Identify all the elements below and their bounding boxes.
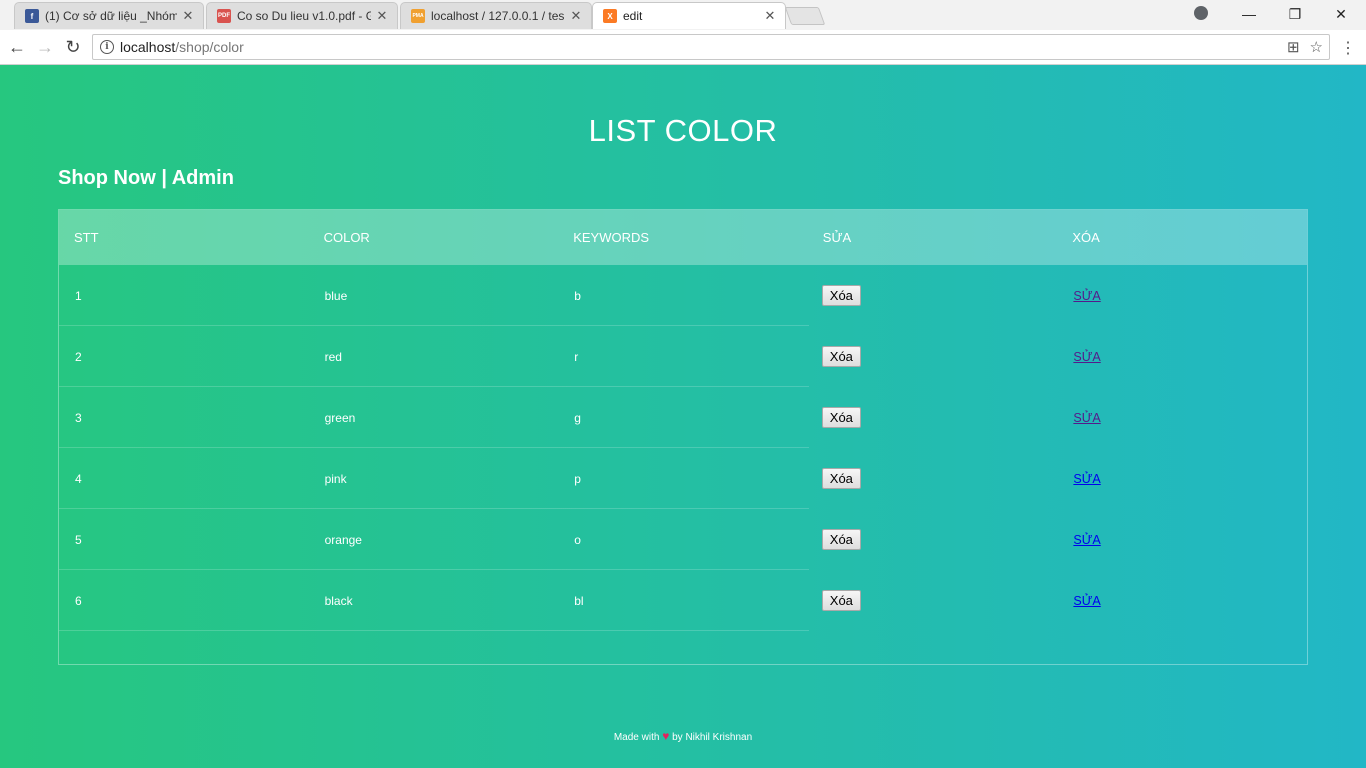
edit-link[interactable]: SỬA xyxy=(1073,289,1100,303)
delete-button[interactable]: Xóa xyxy=(821,468,861,489)
edit-link[interactable]: SỬA xyxy=(1073,472,1100,486)
cell-color: green xyxy=(324,410,356,425)
table-row: 3 green g Xóa SỬA xyxy=(59,387,1307,448)
facebook-icon: f xyxy=(25,9,39,23)
browser-toolbar: ← → ↻ i localhost/shop/color ⊞ ☆ xyxy=(0,30,1366,65)
table-row: 1 blue b Xóa SỬA xyxy=(59,265,1307,326)
table-header: STT COLOR KEYWORDS SỬA XÓA xyxy=(59,210,1307,265)
close-icon[interactable]: ✕ xyxy=(181,8,195,24)
header-stt: STT xyxy=(74,230,99,245)
cell-stt: 4 xyxy=(75,471,82,486)
tab-title: edit xyxy=(623,9,643,23)
window-close-icon[interactable]: ✕ xyxy=(1318,0,1364,28)
forward-arrow-icon[interactable]: → xyxy=(34,36,56,58)
pdf-icon: PDF xyxy=(217,9,231,23)
brand-title: Shop Now | Admin xyxy=(58,167,234,189)
cell-keywords: g xyxy=(574,410,581,425)
cell-keywords: bl xyxy=(574,593,584,608)
delete-button[interactable]: Xóa xyxy=(821,285,861,306)
footer-author: by Nikhil Krishnan xyxy=(672,732,753,743)
star-icon[interactable]: ☆ xyxy=(1310,38,1323,56)
table-row: 5 orange o Xóa SỬA xyxy=(59,509,1307,570)
delete-button[interactable]: Xóa xyxy=(821,590,861,611)
cell-stt: 2 xyxy=(75,349,82,364)
browser-tab-3[interactable]: PMA localhost / 127.0.0.1 / tes ✕ xyxy=(400,2,592,29)
edit-link[interactable]: SỬA xyxy=(1073,594,1100,608)
url-path: /shop/color xyxy=(175,39,244,55)
cell-keywords: o xyxy=(574,532,581,547)
cell-stt: 1 xyxy=(75,288,82,303)
phpmyadmin-icon: PMA xyxy=(411,9,425,23)
heart-icon: ♥ xyxy=(662,729,670,743)
cell-keywords: r xyxy=(574,349,579,364)
edit-link[interactable]: SỬA xyxy=(1073,350,1100,364)
cell-stt: 6 xyxy=(75,593,82,608)
tab-title: localhost / 127.0.0.1 / tes xyxy=(431,9,565,23)
close-icon[interactable]: ✕ xyxy=(569,8,583,24)
footer: Made with ♥ by Nikhil Krishnan xyxy=(0,729,1366,743)
delete-button[interactable]: Xóa xyxy=(821,346,861,367)
back-arrow-icon[interactable]: ← xyxy=(6,36,28,58)
cell-color: pink xyxy=(324,471,347,486)
cell-keywords: p xyxy=(574,471,581,486)
new-tab-button[interactable] xyxy=(784,7,826,25)
table-row: 2 red r Xóa SỬA xyxy=(59,326,1307,387)
account-icon[interactable] xyxy=(1194,6,1208,20)
header-xoa: XÓA xyxy=(1072,230,1100,245)
browser-tab-active[interactable]: X edit ✕ xyxy=(592,2,786,29)
address-bar[interactable]: i localhost/shop/color ⊞ ☆ xyxy=(92,34,1330,60)
cell-color: orange xyxy=(324,532,362,547)
cell-color: black xyxy=(324,593,353,608)
reload-icon[interactable]: ↻ xyxy=(62,36,84,58)
header-sua: SỬA xyxy=(822,230,852,245)
cell-keywords: b xyxy=(574,288,581,303)
cell-color: red xyxy=(324,349,342,364)
xampp-icon: X xyxy=(603,9,617,23)
translate-icon[interactable]: ⊞ xyxy=(1287,38,1300,56)
cell-stt: 5 xyxy=(75,532,82,547)
tab-title: Co so Du lieu v1.0.pdf - G xyxy=(237,9,371,23)
tab-title: (1) Cơ sở dữ liệu _Nhóm xyxy=(45,9,177,23)
close-icon[interactable]: ✕ xyxy=(375,8,389,24)
restore-icon[interactable]: ❐ xyxy=(1272,0,1318,28)
info-icon[interactable]: i xyxy=(100,40,114,54)
cell-color: blue xyxy=(324,288,348,303)
delete-button[interactable]: Xóa xyxy=(821,529,861,550)
tab-strip: f (1) Cơ sở dữ liệu _Nhóm ✕ PDF Co so Du… xyxy=(0,0,1366,30)
close-icon[interactable]: ✕ xyxy=(763,8,777,24)
footer-made: Made with xyxy=(613,732,660,743)
browser-tab-2[interactable]: PDF Co so Du lieu v1.0.pdf - G ✕ xyxy=(206,2,398,29)
url-host: localhost xyxy=(120,39,176,55)
page-title: LIST COLOR xyxy=(588,113,778,148)
page-body: LIST COLOR Shop Now | Admin STT COLOR KE… xyxy=(0,65,1366,768)
minimize-icon[interactable]: — xyxy=(1226,0,1272,28)
header-color: COLOR xyxy=(323,230,370,245)
delete-button[interactable]: Xóa xyxy=(821,407,861,428)
color-table: STT COLOR KEYWORDS SỬA XÓA 1 blue b Xóa … xyxy=(58,209,1308,665)
edit-link[interactable]: SỬA xyxy=(1073,533,1100,547)
header-keywords: KEYWORDS xyxy=(573,230,650,245)
cell-stt: 3 xyxy=(75,410,82,425)
browser-tab-1[interactable]: f (1) Cơ sở dữ liệu _Nhóm ✕ xyxy=(14,2,204,29)
table-row: 6 black bl Xóa SỬA xyxy=(59,570,1307,631)
menu-icon[interactable]: ⋮ xyxy=(1340,38,1356,58)
table-row: 4 pink p Xóa SỬA xyxy=(59,448,1307,509)
edit-link[interactable]: SỬA xyxy=(1073,411,1100,425)
